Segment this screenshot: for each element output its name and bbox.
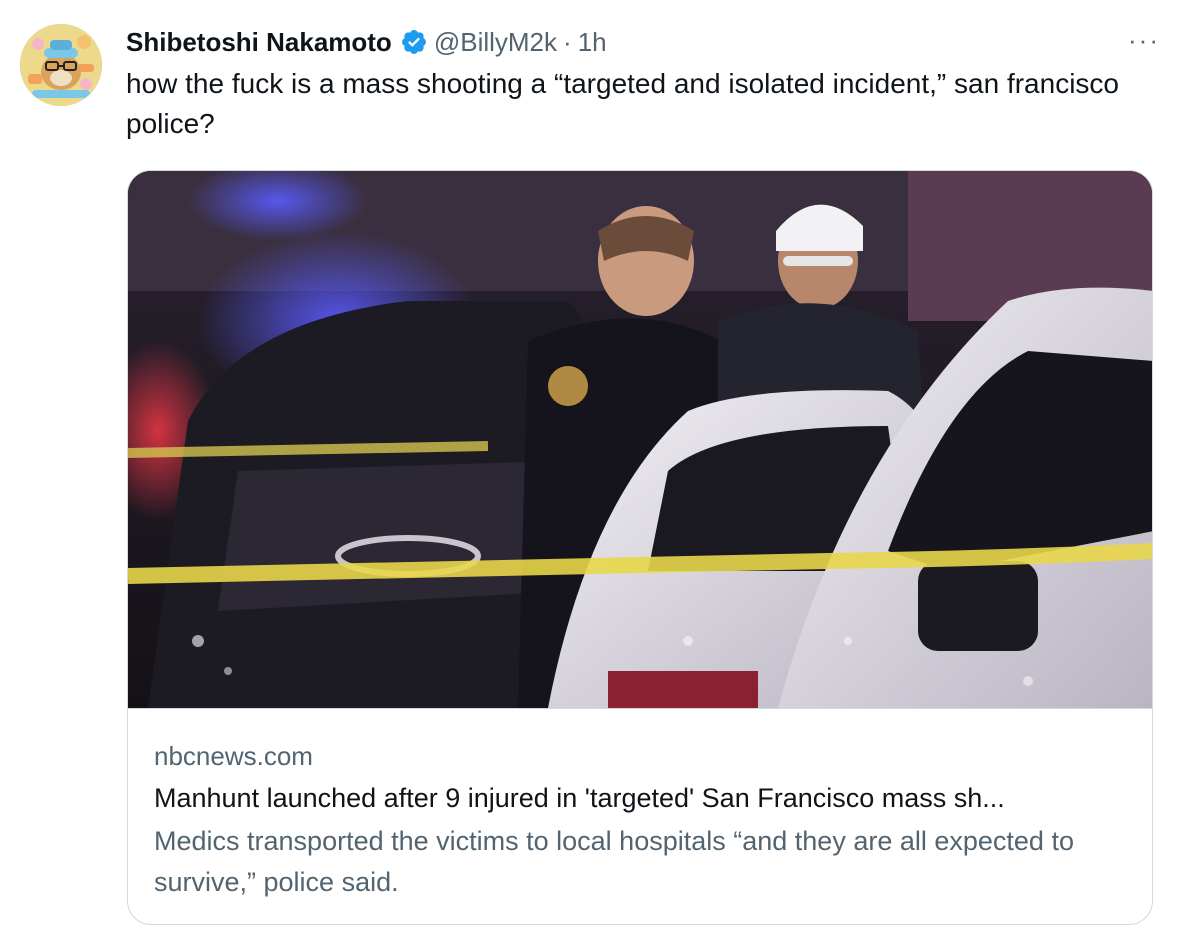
tweet-header: Shibetoshi Nakamoto @BillyM2k · 1h — [126, 22, 1134, 62]
separator-dot: · — [563, 26, 572, 57]
card-image — [128, 171, 1152, 708]
more-options-icon[interactable]: ··· — [1128, 27, 1160, 53]
card-headline: Manhunt launched after 9 injured in 'tar… — [154, 783, 1005, 813]
card-domain: nbcnews.com — [154, 741, 313, 771]
tweet-text: how the fuck is a mass shooting a “targe… — [126, 68, 1119, 139]
avatar[interactable] — [20, 24, 102, 106]
crime-scene-photo — [128, 171, 1152, 708]
link-card[interactable]: nbcnews.com Manhunt launched after 9 inj… — [127, 170, 1153, 925]
user-handle[interactable]: @BillyM2k — [434, 27, 557, 58]
timestamp[interactable]: 1h — [578, 27, 607, 58]
avatar-image — [20, 24, 102, 106]
card-description: Medics transported the victims to local … — [154, 826, 1074, 897]
card-details: nbcnews.com Manhunt launched after 9 inj… — [128, 708, 1152, 924]
display-name[interactable]: Shibetoshi Nakamoto — [126, 27, 392, 58]
verified-badge-icon — [401, 30, 426, 54]
